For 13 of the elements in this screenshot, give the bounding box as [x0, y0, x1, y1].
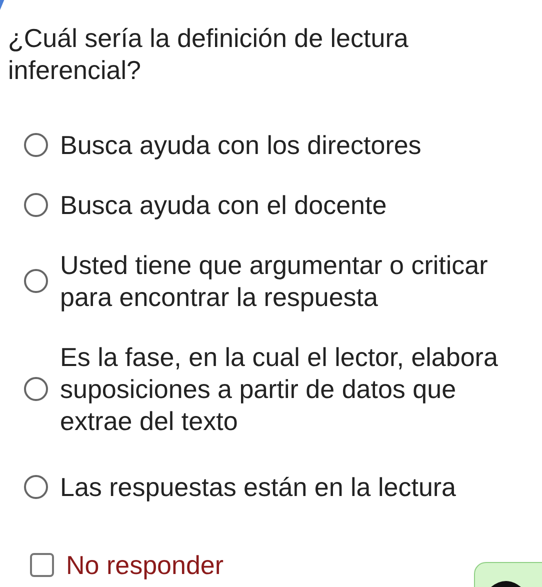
radio-button[interactable]: [24, 133, 48, 157]
option-label: Las respuestas están en la lectura: [60, 471, 458, 503]
radio-button[interactable]: [24, 377, 48, 401]
option-label: Usted tiene que argumentar o criticar para encontrar la respuesta: [60, 249, 489, 313]
radio-button[interactable]: [24, 269, 48, 293]
question-text: ¿Cuál sería la definición de lectura inferencial?: [8, 22, 410, 86]
checkbox[interactable]: [30, 553, 54, 577]
option-label: Es la fase, en la cual el lector, elabora suposiciones a partir de datos que extrae del texto: [60, 341, 499, 437]
radio-button[interactable]: [24, 193, 48, 217]
radio-button[interactable]: [24, 475, 48, 499]
option-label: Busca ayuda con el docente: [60, 189, 388, 221]
option-label: No responder: [66, 549, 224, 581]
option-label: Busca ayuda con los directores: [60, 129, 422, 161]
